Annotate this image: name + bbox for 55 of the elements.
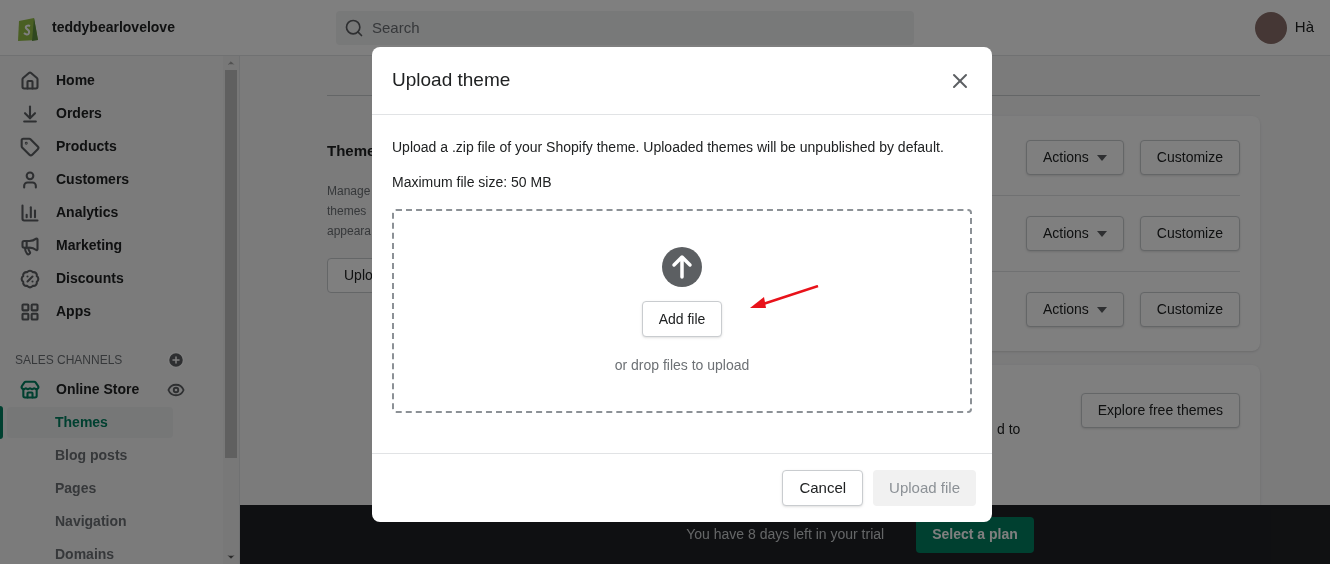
search-field[interactable]: Search [336, 10, 914, 45]
sidebar-subitem[interactable]: Themes [7, 407, 173, 438]
caret-icon [1096, 154, 1107, 161]
add-icon[interactable] [167, 351, 185, 369]
section-heading: SALES CHANNELS [15, 352, 123, 369]
section-description: themes [327, 202, 367, 220]
sidebar-item[interactable]: Home [0, 64, 223, 97]
drop-zone[interactable]: Add file or drop files to upload [392, 209, 972, 413]
dialog-title: Upload theme [392, 68, 511, 93]
actions-button[interactable]: Actions [1025, 216, 1124, 251]
section-description: appeara [327, 222, 372, 240]
sidebar-subitem[interactable]: Pages [7, 473, 173, 504]
card-text: d to [997, 420, 1021, 439]
drop-hint: or drop files to upload [614, 356, 750, 375]
sidebar-item[interactable]: Orders [0, 97, 223, 130]
user-name: Hà [1294, 17, 1314, 38]
customize-button[interactable]: Customize [1139, 292, 1240, 327]
percent-badge-icon [20, 268, 40, 289]
add-file-button[interactable]: Add file [641, 301, 723, 337]
sidebar-item[interactable]: Apps [0, 295, 223, 328]
bar-chart-icon [20, 202, 40, 223]
customize-button[interactable]: Customize [1139, 140, 1240, 175]
search-icon [344, 17, 364, 38]
person-icon [20, 169, 40, 190]
caret-icon [1096, 230, 1107, 237]
cancel-button[interactable]: Cancel [782, 470, 864, 506]
select-plan-button[interactable]: Select a plan [916, 516, 1034, 553]
megaphone-icon [20, 235, 40, 256]
sidebar-item[interactable]: Online Store [0, 373, 167, 406]
store-icon [20, 379, 40, 400]
caret-icon [1096, 306, 1107, 313]
sidebar-subitem[interactable]: Navigation [7, 506, 173, 537]
actions-button[interactable]: Actions [1025, 292, 1124, 327]
sidebar-item[interactable]: Customers [0, 163, 223, 196]
sidebar-item[interactable]: Discounts [0, 262, 223, 295]
section-description: Manage [327, 182, 371, 200]
sidebar-item[interactable]: Analytics [0, 196, 223, 229]
sidebar-subitem[interactable]: Domains [7, 539, 173, 564]
sidebar-item[interactable]: Products [0, 130, 223, 163]
download-tray-icon [20, 103, 40, 124]
customize-button[interactable]: Customize [1139, 216, 1240, 251]
actions-button[interactable]: Actions [1025, 140, 1124, 175]
tag-icon [20, 136, 40, 157]
annotation-arrow [750, 285, 820, 310]
avatar[interactable] [1254, 11, 1287, 44]
sidebar-item[interactable]: Marketing [0, 229, 223, 262]
max-size-text: Maximum file size: 50 MB [392, 173, 553, 192]
scroll-up-icon[interactable] [226, 58, 236, 68]
home-icon [20, 70, 40, 91]
scroll-down-icon[interactable] [226, 552, 236, 562]
store-name: teddybearlovelove [52, 18, 175, 37]
explore-themes-button[interactable]: Explore free themes [1080, 393, 1240, 428]
dialog-description: Upload a .zip file of your Shopify theme. Uploaded themes will be unpublished by default. [392, 138, 945, 157]
trial-text: You have 8 days left in your trial [686, 525, 885, 544]
sidebar-subitem[interactable]: Blog posts [7, 440, 173, 471]
